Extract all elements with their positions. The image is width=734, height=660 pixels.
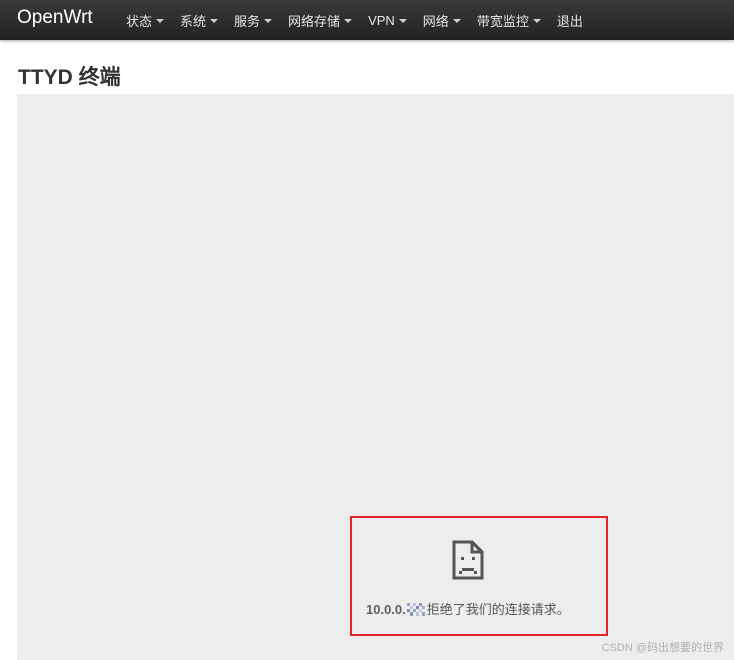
menu-label: 系统: [180, 13, 207, 29]
caret-down-icon: [452, 18, 461, 23]
menu-label: 带宽监控: [476, 13, 529, 29]
error-text: 拒绝了我们的连接请求。: [426, 602, 570, 617]
menu-services[interactable]: 服务: [226, 0, 280, 40]
menu-vpn[interactable]: VPN: [360, 0, 415, 40]
menu-label: 网络: [422, 13, 449, 29]
caret-down-icon: [156, 18, 165, 23]
caret-down-icon: [398, 18, 407, 23]
masked-ip-icon: [406, 603, 425, 616]
caret-down-icon: [344, 18, 353, 23]
page-title: TTYD 终端: [18, 66, 121, 89]
menu-bandwidth[interactable]: 带宽监控: [469, 0, 549, 40]
top-navbar: OpenWrt 状态 系统 服务 网络存储 VPN 网络 带宽监控 退出: [0, 0, 734, 40]
menu-label: VPN: [368, 12, 395, 28]
sad-document-icon: [452, 540, 484, 580]
connection-refused-message: 10.0.0. 拒绝了我们的连接请求。: [366, 599, 616, 618]
watermark: CSDN @码出想要的世界: [601, 642, 724, 654]
main-menu: 状态 系统 服务 网络存储 VPN 网络 带宽监控 退出: [118, 0, 591, 40]
menu-label: 网络存储: [288, 13, 341, 29]
caret-down-icon: [264, 18, 273, 23]
error-host: 10.0.0.: [366, 602, 406, 617]
menu-label: 状态: [126, 13, 153, 29]
menu-status[interactable]: 状态: [118, 0, 172, 40]
menu-system[interactable]: 系统: [172, 0, 226, 40]
menu-label: 退出: [556, 13, 583, 29]
caret-down-icon: [532, 18, 541, 23]
menu-nas[interactable]: 网络存储: [280, 0, 360, 40]
menu-label: 服务: [234, 13, 261, 29]
brand-logo[interactable]: OpenWrt: [17, 7, 93, 29]
caret-down-icon: [210, 18, 219, 23]
menu-logout[interactable]: 退出: [549, 0, 591, 40]
menu-network[interactable]: 网络: [415, 0, 469, 40]
